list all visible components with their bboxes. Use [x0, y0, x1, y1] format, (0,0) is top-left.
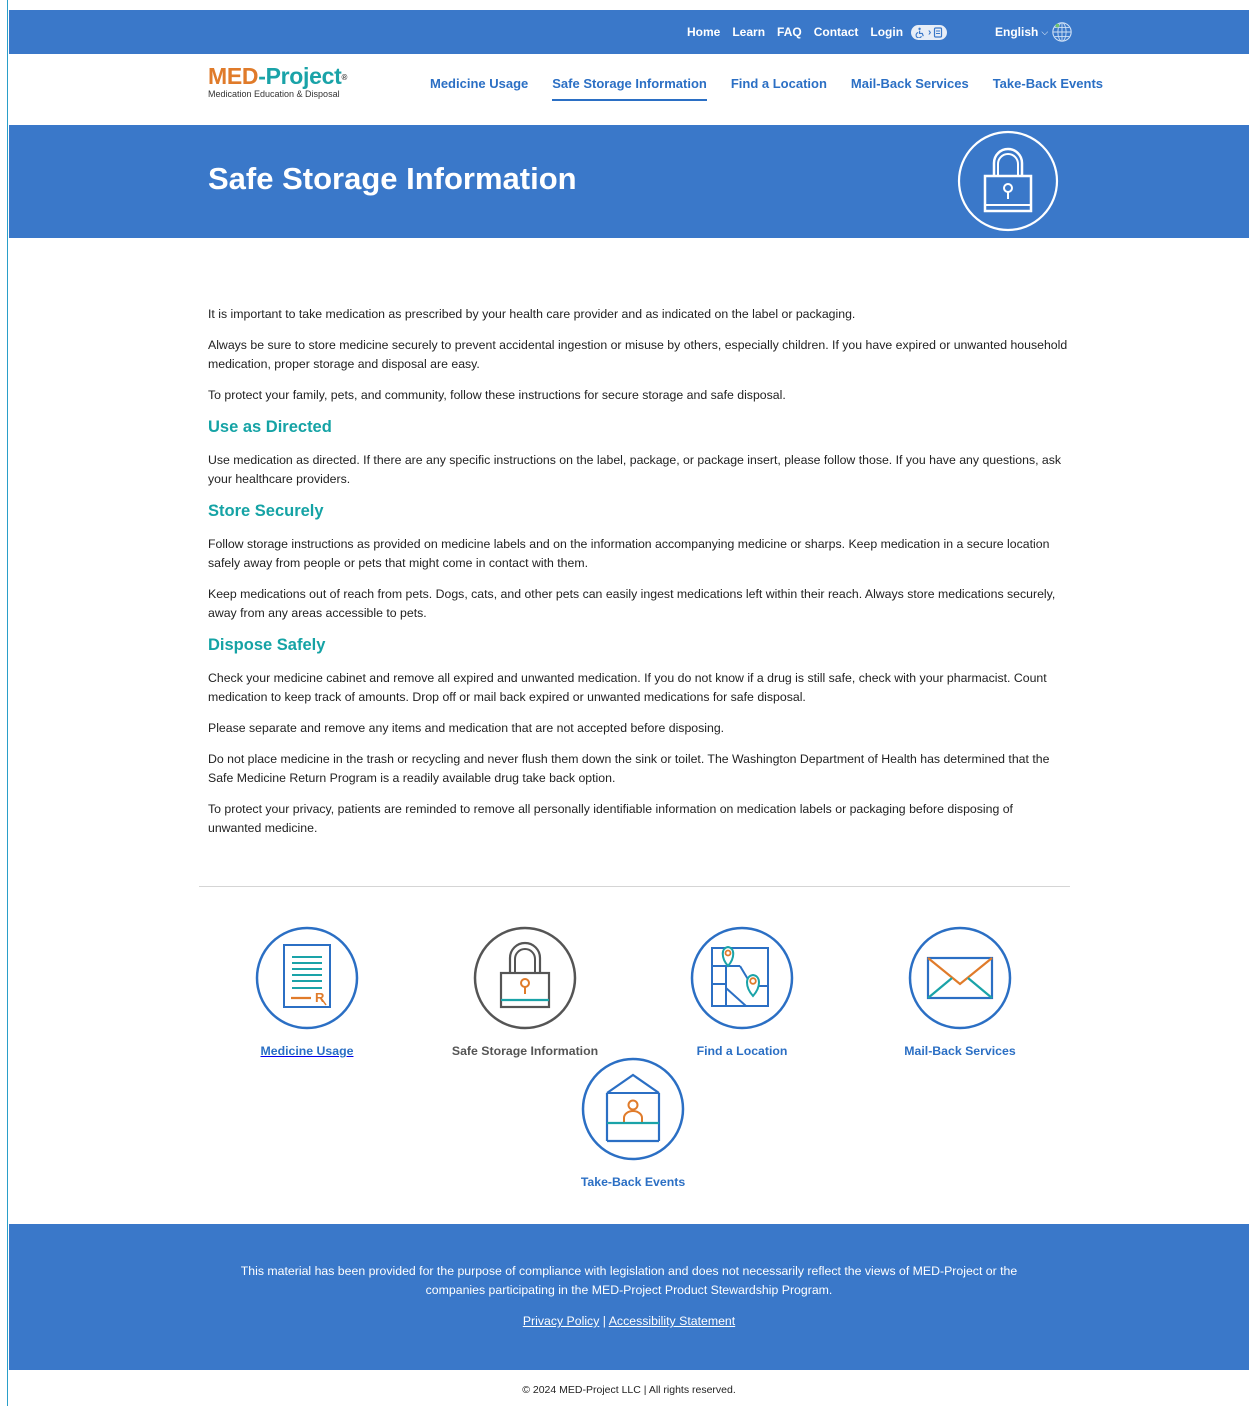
chevron-down-icon: ⌵ — [1041, 26, 1049, 37]
card-find-a-location[interactable]: Find a Location — [642, 926, 842, 1058]
card-label: Take-Back Events — [580, 1175, 686, 1189]
card-label: Medicine Usage — [260, 1044, 354, 1058]
heading-store-securely: Store Securely — [208, 502, 324, 520]
map-pin-icon — [690, 926, 794, 1030]
arrow-icon: › — [928, 26, 932, 38]
learn-link[interactable]: Learn — [732, 25, 765, 39]
section-divider — [199, 886, 1070, 887]
screen-reader-icon — [934, 26, 943, 38]
padlock-icon — [957, 130, 1059, 232]
main-nav: Medicine Usage Safe Storage Information … — [430, 76, 1103, 101]
page-title: Safe Storage Information — [208, 161, 577, 196]
card-safe-storage-information[interactable]: Safe Storage Information — [425, 926, 625, 1058]
kiosk-person-icon — [581, 1057, 685, 1161]
home-link[interactable]: Home — [687, 25, 720, 39]
wheelchair-icon — [915, 27, 924, 38]
card-label: Safe Storage Information — [451, 1044, 599, 1058]
card-label: Find a Location — [696, 1044, 788, 1058]
accessibility-statement-link[interactable]: Accessibility Statement — [609, 1314, 735, 1328]
padlock-icon — [473, 926, 577, 1030]
main-content: It is important to take medication as pr… — [208, 305, 1068, 850]
footer-links: Privacy Policy | Accessibility Statement — [9, 1314, 1249, 1328]
utility-bar: Home Learn FAQ Contact Login › English ⌵ — [9, 10, 1249, 54]
store-paragraph-1: Follow storage instructions as provided … — [208, 537, 1050, 570]
site-header: MED-Project® Medication Education & Disp… — [9, 54, 1249, 125]
envelope-icon — [908, 926, 1012, 1030]
copyright: © 2024 MED-Project LLC | All rights rese… — [522, 1384, 736, 1396]
store-paragraph-2: Keep medications out of reach from pets.… — [208, 587, 1056, 620]
card-label: Mail-Back Services — [904, 1044, 1016, 1058]
contact-link[interactable]: Contact — [814, 25, 859, 39]
med-project-logo[interactable]: MED-Project® Medication Education & Disp… — [208, 64, 347, 99]
page-left-edge — [0, 0, 8, 1406]
nav-medicine-usage[interactable]: Medicine Usage — [430, 76, 528, 101]
accessibility-toggle[interactable]: › — [911, 24, 948, 40]
nav-mail-back-services[interactable]: Mail-Back Services — [851, 76, 969, 101]
heading-dispose-safely: Dispose Safely — [208, 636, 326, 654]
hero-banner: Safe Storage Information — [9, 125, 1249, 238]
intro-paragraph-3: To protect your family, pets, and commun… — [208, 388, 786, 402]
nav-safe-storage-information[interactable]: Safe Storage Information — [552, 76, 707, 101]
card-medicine-usage[interactable]: R Medicine Usage — [207, 926, 407, 1058]
nav-take-back-events[interactable]: Take-Back Events — [993, 76, 1103, 101]
prescription-document-icon: R — [255, 926, 359, 1030]
nav-find-a-location[interactable]: Find a Location — [731, 76, 827, 101]
footer-disclaimer: This material has been provided for the … — [240, 1264, 1018, 1297]
use-paragraph-1: Use medication as directed. If there are… — [208, 453, 1062, 486]
logo-tagline: Medication Education & Disposal — [208, 89, 340, 99]
page: Home Learn FAQ Contact Login › English ⌵ — [9, 0, 1249, 1396]
privacy-policy-link[interactable]: Privacy Policy — [523, 1314, 600, 1328]
dispose-paragraph-3: Do not place medicine in the trash or re… — [208, 752, 1050, 785]
language-label[interactable]: English — [995, 25, 1038, 39]
site-footer: This material has been provided for the … — [9, 1224, 1249, 1370]
dispose-paragraph-2: Please separate and remove any items and… — [208, 721, 725, 735]
login-link[interactable]: Login — [870, 25, 903, 39]
card-take-back-events[interactable]: Take-Back Events — [533, 1057, 733, 1189]
dispose-paragraph-4: To protect your privacy, patients are re… — [208, 802, 1013, 835]
faq-link[interactable]: FAQ — [777, 25, 802, 39]
heading-use-as-directed: Use as Directed — [208, 418, 332, 436]
language-selector[interactable]: English ⌵ — [995, 10, 1073, 54]
intro-paragraph-1: It is important to take medication as pr… — [208, 307, 856, 321]
intro-paragraph-2: Always be sure to store medicine securel… — [208, 338, 1068, 371]
dispose-paragraph-1: Check your medicine cabinet and remove a… — [208, 671, 1047, 704]
footer-link-separator: | — [602, 1314, 606, 1328]
utility-nav: Home Learn FAQ Contact Login › — [687, 10, 948, 54]
card-mail-back-services[interactable]: Mail-Back Services — [860, 926, 1060, 1058]
globe-icon — [1052, 22, 1072, 42]
logo-wordmark: MED-Project® — [208, 63, 348, 89]
